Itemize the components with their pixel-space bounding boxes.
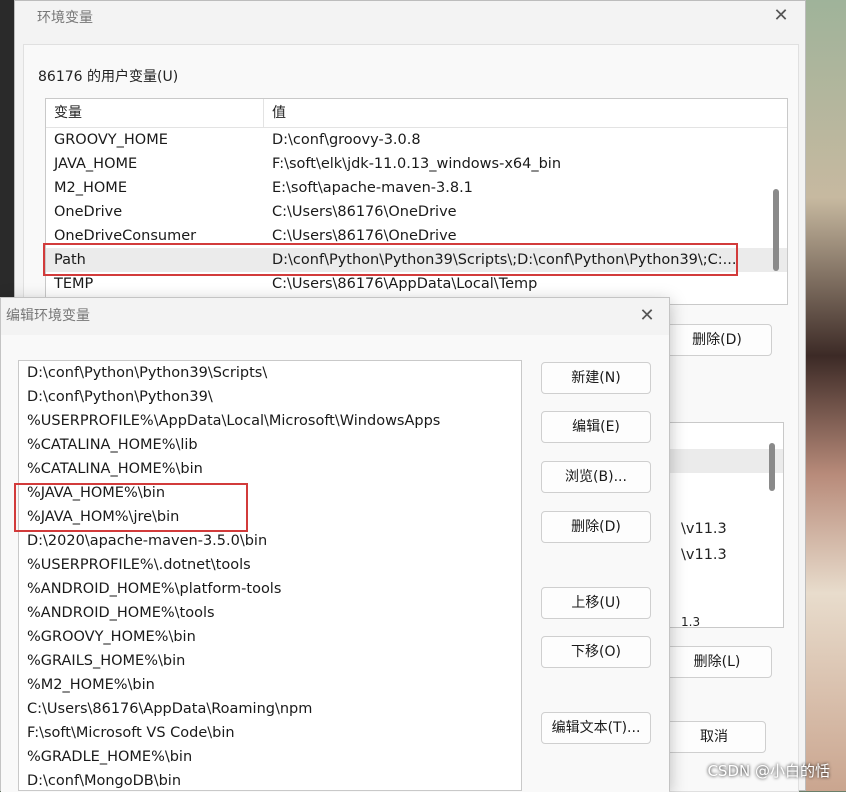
move-up-button[interactable]: 上移(U)	[541, 587, 651, 619]
env-dialog-title: 环境变量	[37, 10, 93, 26]
var-name: M2_HOME	[54, 180, 127, 196]
table-row[interactable]: GROOVY_HOME D:\conf\groovy-3.0.8	[46, 128, 787, 152]
highlight-box	[14, 483, 248, 532]
list-item[interactable]: %M2_HOME%\bin	[19, 673, 521, 697]
edit-dialog-title: 编辑环境变量	[6, 308, 90, 324]
list-item[interactable]: D:\conf\Python\Python39\	[19, 385, 521, 409]
list-item[interactable]: %ANDROID_HOME%\platform-tools	[19, 577, 521, 601]
delete-button[interactable]: 删除(D)	[541, 511, 651, 543]
list-item[interactable]: %ANDROID_HOME%\tools	[19, 601, 521, 625]
move-down-button[interactable]: 下移(O)	[541, 636, 651, 668]
list-item[interactable]: F:\soft\Microsoft VS Code\bin	[19, 721, 521, 745]
user-vars-label: 86176 的用户变量(U)	[38, 69, 179, 85]
list-item[interactable]: %CATALINA_HOME%\lib	[19, 433, 521, 457]
list-item[interactable]: C:\Users\86176\AppData\Roaming\npm	[19, 697, 521, 721]
delete-user-var-button[interactable]: 删除(D)	[662, 324, 772, 356]
delete-sys-var-button[interactable]: 删除(L)	[662, 646, 772, 678]
list-item[interactable]: %USERPROFILE%\.dotnet\tools	[19, 553, 521, 577]
list-item[interactable]: D:\conf\Python\Python39\Scripts\	[19, 361, 521, 385]
cancel-button[interactable]: 取消	[662, 721, 766, 753]
scrollbar-thumb[interactable]	[769, 443, 775, 491]
path-list[interactable]: D:\conf\Python\Python39\Scripts\ D:\conf…	[18, 360, 522, 791]
list-item[interactable]: D:\2020\apache-maven-3.5.0\bin	[19, 529, 521, 553]
list-item[interactable]: %USERPROFILE%\AppData\Local\Microsoft\Wi…	[19, 409, 521, 433]
var-name: JAVA_HOME	[54, 156, 138, 172]
browse-button[interactable]: 浏览(B)...	[541, 461, 651, 493]
sys-var-value: \v11.3	[681, 547, 727, 563]
table-row[interactable]: OneDrive C:\Users\86176\OneDrive	[46, 200, 787, 224]
table-row-selected[interactable]	[663, 449, 783, 473]
var-name: GROOVY_HOME	[54, 132, 168, 148]
edit-text-button[interactable]: 编辑文本(T)...	[541, 712, 651, 744]
edit-button[interactable]: 编辑(E)	[541, 411, 651, 443]
table-row[interactable]: JAVA_HOME F:\soft\elk\jdk-11.0.13_window…	[46, 152, 787, 176]
sys-var-value: 1.3	[681, 615, 701, 628]
background-photo	[800, 0, 846, 791]
var-value: D:\conf\groovy-3.0.8	[272, 132, 421, 148]
new-button[interactable]: 新建(N)	[541, 362, 651, 394]
list-item[interactable]: %GROOVY_HOME%\bin	[19, 625, 521, 649]
column-header-value[interactable]: 值	[264, 99, 286, 127]
highlight-box	[43, 243, 738, 276]
list-item[interactable]: %CATALINA_HOME%\bin	[19, 457, 521, 481]
system-vars-table[interactable]: \v11.3 \v11.3 1.3	[662, 422, 784, 628]
watermark: CSDN @小白的恬	[707, 762, 830, 780]
var-value: C:\Users\86176\OneDrive	[272, 204, 457, 220]
column-header-variable[interactable]: 变量	[46, 99, 264, 127]
table-row[interactable]: M2_HOME E:\soft\apache-maven-3.8.1	[46, 176, 787, 200]
scrollbar-thumb[interactable]	[773, 189, 779, 271]
close-icon[interactable]: ✕	[771, 6, 791, 26]
sys-var-value: \v11.3	[681, 521, 727, 537]
list-item[interactable]: %GRADLE_HOME%\bin	[19, 745, 521, 769]
list-item[interactable]: %GRAILS_HOME%\bin	[19, 649, 521, 673]
table-header: 变量 值	[46, 99, 787, 128]
var-name: OneDrive	[54, 204, 123, 220]
var-value: E:\soft\apache-maven-3.8.1	[272, 180, 473, 196]
list-item[interactable]: D:\conf\MongoDB\bin	[19, 769, 521, 790]
var-value: F:\soft\elk\jdk-11.0.13_windows-x64_bin	[272, 156, 562, 172]
close-icon[interactable]: ✕	[637, 306, 657, 326]
